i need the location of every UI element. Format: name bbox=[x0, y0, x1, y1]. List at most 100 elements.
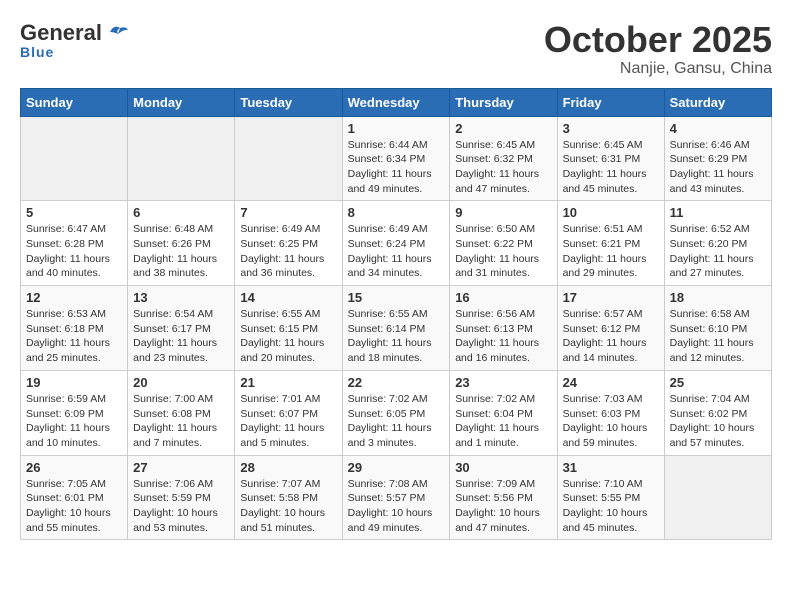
calendar-cell: 20 Sunrise: 7:00 AMSunset: 6:08 PMDayligh… bbox=[128, 370, 235, 455]
logo: General Blue bbox=[20, 20, 128, 60]
day-info: Sunrise: 6:44 AMSunset: 6:34 PMDaylight:… bbox=[348, 138, 445, 197]
calendar-cell bbox=[21, 116, 128, 201]
day-number: 11 bbox=[670, 205, 766, 220]
weekday-header-sunday: Sunday bbox=[21, 88, 128, 116]
day-info: Sunrise: 7:09 AMSunset: 5:56 PMDaylight:… bbox=[455, 477, 551, 536]
day-number: 2 bbox=[455, 121, 551, 136]
day-number: 9 bbox=[455, 205, 551, 220]
day-number: 14 bbox=[240, 290, 336, 305]
day-info: Sunrise: 7:06 AMSunset: 5:59 PMDaylight:… bbox=[133, 477, 229, 536]
calendar-table: SundayMondayTuesdayWednesdayThursdayFrid… bbox=[20, 88, 772, 541]
calendar-cell: 27 Sunrise: 7:06 AMSunset: 5:59 PMDayligh… bbox=[128, 455, 235, 540]
day-number: 30 bbox=[455, 460, 551, 475]
day-number: 17 bbox=[563, 290, 659, 305]
calendar-cell: 28Sunrise: 7:07 AMSunset: 5:58 PMDayligh… bbox=[235, 455, 342, 540]
weekday-header-monday: Monday bbox=[128, 88, 235, 116]
day-number: 21 bbox=[240, 375, 336, 390]
calendar-week-5: 26 Sunrise: 7:05 AMSunset: 6:01 PMDayligh… bbox=[21, 455, 772, 540]
calendar-cell: 21 Sunrise: 7:01 AMSunset: 6:07 PMDayligh… bbox=[235, 370, 342, 455]
day-info: Sunrise: 6:48 AMSunset: 6:26 PMDaylight:… bbox=[133, 222, 229, 281]
calendar-cell: 9 Sunrise: 6:50 AMSunset: 6:22 PMDaylight… bbox=[450, 201, 557, 286]
calendar-cell: 3Sunrise: 6:45 AMSunset: 6:31 PMDaylight… bbox=[557, 116, 664, 201]
day-info: Sunrise: 7:02 AMSunset: 6:04 PMDaylight:… bbox=[455, 392, 551, 451]
day-number: 25 bbox=[670, 375, 766, 390]
day-number: 20 bbox=[133, 375, 229, 390]
calendar-subtitle: Nanjie, Gansu, China bbox=[544, 60, 772, 78]
weekday-header-thursday: Thursday bbox=[450, 88, 557, 116]
calendar-cell: 15Sunrise: 6:55 AMSunset: 6:14 PMDayligh… bbox=[342, 286, 450, 371]
calendar-cell: 6 Sunrise: 6:48 AMSunset: 6:26 PMDaylight… bbox=[128, 201, 235, 286]
calendar-cell: 4 Sunrise: 6:46 AMSunset: 6:29 PMDaylight… bbox=[664, 116, 771, 201]
day-number: 4 bbox=[670, 121, 766, 136]
day-info: Sunrise: 7:10 AMSunset: 5:55 PMDaylight:… bbox=[563, 477, 659, 536]
calendar-cell: 25 Sunrise: 7:04 AMSunset: 6:02 PMDayligh… bbox=[664, 370, 771, 455]
calendar-week-4: 19 Sunrise: 6:59 AMSunset: 6:09 PMDayligh… bbox=[21, 370, 772, 455]
calendar-cell: 18 Sunrise: 6:58 AMSunset: 6:10 PMDayligh… bbox=[664, 286, 771, 371]
day-info: Sunrise: 6:53 AMSunset: 6:18 PMDaylight:… bbox=[26, 307, 122, 366]
day-info: Sunrise: 7:08 AMSunset: 5:57 PMDaylight:… bbox=[348, 477, 445, 536]
day-info: Sunrise: 7:05 AMSunset: 6:01 PMDaylight:… bbox=[26, 477, 122, 536]
day-info: Sunrise: 7:01 AMSunset: 6:07 PMDaylight:… bbox=[240, 392, 336, 451]
day-number: 27 bbox=[133, 460, 229, 475]
day-info: Sunrise: 7:04 AMSunset: 6:02 PMDaylight:… bbox=[670, 392, 766, 451]
page-header: General Blue October 2025 Nanjie, Gansu,… bbox=[20, 20, 772, 78]
calendar-week-2: 5Sunrise: 6:47 AMSunset: 6:28 PMDaylight… bbox=[21, 201, 772, 286]
calendar-cell: 2Sunrise: 6:45 AMSunset: 6:32 PMDaylight… bbox=[450, 116, 557, 201]
day-number: 16 bbox=[455, 290, 551, 305]
calendar-cell: 23 Sunrise: 7:02 AMSunset: 6:04 PMDayligh… bbox=[450, 370, 557, 455]
calendar-cell: 12Sunrise: 6:53 AMSunset: 6:18 PMDayligh… bbox=[21, 286, 128, 371]
calendar-cell: 13 Sunrise: 6:54 AMSunset: 6:17 PMDayligh… bbox=[128, 286, 235, 371]
calendar-cell: 17 Sunrise: 6:57 AMSunset: 6:12 PMDayligh… bbox=[557, 286, 664, 371]
calendar-cell: 26 Sunrise: 7:05 AMSunset: 6:01 PMDayligh… bbox=[21, 455, 128, 540]
calendar-cell: 24Sunrise: 7:03 AMSunset: 6:03 PMDayligh… bbox=[557, 370, 664, 455]
day-info: Sunrise: 6:56 AMSunset: 6:13 PMDaylight:… bbox=[455, 307, 551, 366]
day-info: Sunrise: 6:50 AMSunset: 6:22 PMDaylight:… bbox=[455, 222, 551, 281]
weekday-header-wednesday: Wednesday bbox=[342, 88, 450, 116]
day-info: Sunrise: 6:58 AMSunset: 6:10 PMDaylight:… bbox=[670, 307, 766, 366]
day-number: 7 bbox=[240, 205, 336, 220]
calendar-cell: 22Sunrise: 7:02 AMSunset: 6:05 PMDayligh… bbox=[342, 370, 450, 455]
weekday-header-tuesday: Tuesday bbox=[235, 88, 342, 116]
calendar-title: October 2025 bbox=[544, 20, 772, 60]
calendar-header: SundayMondayTuesdayWednesdayThursdayFrid… bbox=[21, 88, 772, 116]
calendar-cell: 5Sunrise: 6:47 AMSunset: 6:28 PMDaylight… bbox=[21, 201, 128, 286]
calendar-cell: 8Sunrise: 6:49 AMSunset: 6:24 PMDaylight… bbox=[342, 201, 450, 286]
day-number: 1 bbox=[348, 121, 445, 136]
day-number: 13 bbox=[133, 290, 229, 305]
day-number: 10 bbox=[563, 205, 659, 220]
day-info: Sunrise: 6:45 AMSunset: 6:31 PMDaylight:… bbox=[563, 138, 659, 197]
day-info: Sunrise: 6:54 AMSunset: 6:17 PMDaylight:… bbox=[133, 307, 229, 366]
day-number: 31 bbox=[563, 460, 659, 475]
weekday-header-friday: Friday bbox=[557, 88, 664, 116]
day-info: Sunrise: 6:55 AMSunset: 6:15 PMDaylight:… bbox=[240, 307, 336, 366]
calendar-cell bbox=[235, 116, 342, 201]
calendar-cell: 14 Sunrise: 6:55 AMSunset: 6:15 PMDayligh… bbox=[235, 286, 342, 371]
day-number: 23 bbox=[455, 375, 551, 390]
weekday-header-saturday: Saturday bbox=[664, 88, 771, 116]
logo-general-text: General bbox=[20, 20, 102, 46]
day-info: Sunrise: 6:47 AMSunset: 6:28 PMDaylight:… bbox=[26, 222, 122, 281]
day-info: Sunrise: 7:02 AMSunset: 6:05 PMDaylight:… bbox=[348, 392, 445, 451]
day-info: Sunrise: 6:57 AMSunset: 6:12 PMDaylight:… bbox=[563, 307, 659, 366]
day-info: Sunrise: 7:03 AMSunset: 6:03 PMDaylight:… bbox=[563, 392, 659, 451]
calendar-cell: 10 Sunrise: 6:51 AMSunset: 6:21 PMDayligh… bbox=[557, 201, 664, 286]
calendar-body: 1 Sunrise: 6:44 AMSunset: 6:34 PMDaylight… bbox=[21, 116, 772, 540]
day-info: Sunrise: 6:59 AMSunset: 6:09 PMDaylight:… bbox=[26, 392, 122, 451]
calendar-week-3: 12Sunrise: 6:53 AMSunset: 6:18 PMDayligh… bbox=[21, 286, 772, 371]
day-info: Sunrise: 7:00 AMSunset: 6:08 PMDaylight:… bbox=[133, 392, 229, 451]
day-number: 18 bbox=[670, 290, 766, 305]
calendar-cell: 30 Sunrise: 7:09 AMSunset: 5:56 PMDayligh… bbox=[450, 455, 557, 540]
calendar-cell: 19 Sunrise: 6:59 AMSunset: 6:09 PMDayligh… bbox=[21, 370, 128, 455]
calendar-cell: 11 Sunrise: 6:52 AMSunset: 6:20 PMDayligh… bbox=[664, 201, 771, 286]
logo-blue-text: Blue bbox=[20, 44, 54, 60]
day-info: Sunrise: 6:46 AMSunset: 6:29 PMDaylight:… bbox=[670, 138, 766, 197]
day-number: 19 bbox=[26, 375, 122, 390]
day-number: 29 bbox=[348, 460, 445, 475]
day-info: Sunrise: 6:52 AMSunset: 6:20 PMDaylight:… bbox=[670, 222, 766, 281]
day-info: Sunrise: 6:51 AMSunset: 6:21 PMDaylight:… bbox=[563, 222, 659, 281]
logo-bird-icon bbox=[106, 24, 128, 42]
day-number: 28 bbox=[240, 460, 336, 475]
day-number: 6 bbox=[133, 205, 229, 220]
day-number: 26 bbox=[26, 460, 122, 475]
calendar-cell bbox=[664, 455, 771, 540]
